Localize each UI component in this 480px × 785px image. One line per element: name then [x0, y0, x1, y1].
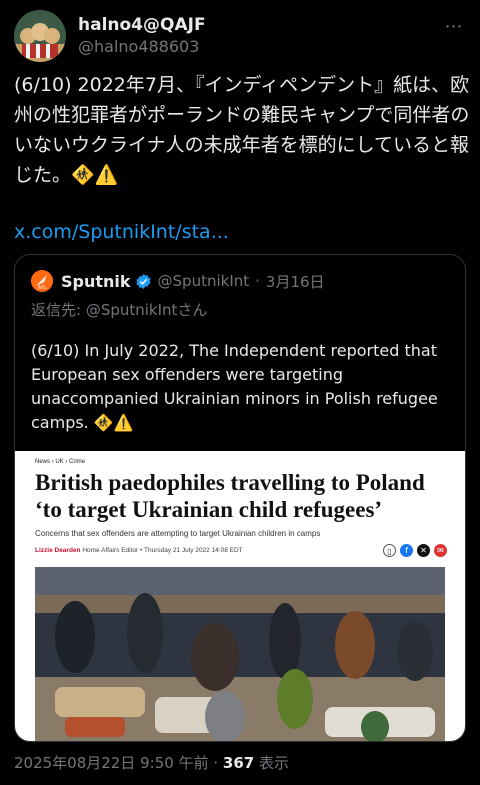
article-author-role: Home Affairs Editor [82, 547, 139, 554]
tweet-text: (6/10) 2022年7月、『インディペンデント』紙は、欧州の性犯罪者がポーラ… [14, 74, 470, 186]
views-count: 367 [222, 754, 255, 772]
svg-text:INTL: INTL [38, 285, 48, 290]
timestamp[interactable]: 2025年08月22日 9:50 午前 [14, 754, 209, 772]
x-icon: ✕ [417, 544, 430, 557]
breadcrumb: News › UK › Crime [35, 459, 86, 465]
tweet-link[interactable]: x.com/SputnikInt/sta... [14, 218, 229, 246]
article-standfirst: Concerns that sex offenders are attempti… [35, 529, 321, 538]
more-options-icon[interactable]: ⋯ [442, 18, 466, 42]
quoted-text: (6/10) In July 2022, The Independent rep… [31, 341, 438, 432]
article-image[interactable]: News › UK › Crime British paedophiles tr… [15, 451, 465, 741]
sputnik-logo-icon: INTL [31, 270, 53, 292]
separator-dot: · [213, 754, 219, 772]
tweet-header: halno4@QAJF @halno488603 ⋯ [14, 8, 470, 64]
quoted-handle[interactable]: @SputnikInt [158, 272, 250, 290]
display-name[interactable]: halno4@QAJF [78, 14, 206, 36]
quoted-tweet[interactable]: INTL Sputnik @SputnikInt · 3月16日 返信先: @S… [14, 254, 466, 742]
separator-dot: · [255, 272, 260, 290]
article-byline: Lizzie Dearden Home Affairs Editor • Thu… [35, 547, 243, 554]
article-author: Lizzie Dearden [35, 547, 81, 554]
quoted-display-name[interactable]: Sputnik [61, 272, 131, 291]
avatar[interactable] [14, 10, 66, 62]
refugee-camp-photo [35, 567, 445, 741]
article-date: Thursday 21 July 2022 14:08 EDT [144, 547, 243, 554]
quoted-date[interactable]: 3月16日 [266, 271, 325, 292]
avatar-image [14, 10, 66, 62]
reply-to-label[interactable]: 返信先: @SputnikIntさん [31, 299, 207, 321]
views-label: 表示 [259, 754, 290, 772]
verified-badge-icon [136, 273, 151, 289]
user-handle[interactable]: @halno488603 [78, 36, 206, 58]
email-icon: ✉ [434, 544, 447, 557]
article-headline: British paedophiles travelling to Poland… [35, 470, 425, 522]
tweet-footer: 2025年08月22日 9:50 午前 · 367 表示 [14, 752, 289, 774]
facebook-icon: f [400, 544, 413, 557]
share-icons: ▯ f ✕ ✉ [383, 544, 447, 557]
bookmark-icon: ▯ [383, 544, 396, 557]
